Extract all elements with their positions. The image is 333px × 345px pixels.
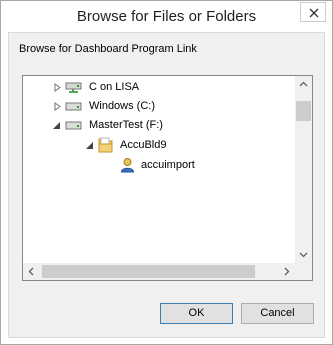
dialog-body: Browse for Dashboard Program Link C on L… (8, 32, 325, 338)
network-drive-icon (65, 82, 82, 93)
tree-item-label: C on LISA (89, 81, 140, 93)
scroll-up-button[interactable] (295, 76, 312, 93)
tree-item-c-on-lisa[interactable]: C on LISA (23, 78, 293, 97)
expand-arrow-icon[interactable] (53, 102, 62, 111)
folder-tree[interactable]: C on LISA Windows (C:) MasterTest (F:) A… (22, 75, 313, 281)
prompt-label: Browse for Dashboard Program Link (19, 43, 197, 55)
close-icon (309, 8, 319, 18)
user-icon (120, 158, 135, 173)
collapse-arrow-icon[interactable] (52, 121, 61, 130)
scroll-right-button[interactable] (278, 263, 295, 280)
tree-item-label: Windows (C:) (89, 100, 156, 112)
browse-dialog: Browse for Files or Folders Browse for D… (0, 0, 333, 345)
tree-item-mastertest-f[interactable]: MasterTest (F:) (23, 116, 293, 135)
cancel-button[interactable]: Cancel (241, 303, 314, 324)
tree-item-label: AccuBld9 (120, 139, 167, 151)
vertical-scroll-thumb[interactable] (296, 101, 311, 121)
title-bar: Browse for Files or Folders (1, 1, 332, 33)
drive-icon (65, 121, 82, 130)
vertical-scrollbar[interactable] (295, 76, 312, 263)
drive-icon (65, 102, 82, 111)
tree-item-accubld9[interactable]: AccuBld9 (23, 136, 293, 155)
ok-button[interactable]: OK (160, 303, 233, 324)
collapse-arrow-icon[interactable] (85, 141, 94, 150)
tree-item-windows-c[interactable]: Windows (C:) (23, 97, 293, 116)
chevron-right-icon (284, 267, 290, 276)
horizontal-scrollbar[interactable] (23, 263, 295, 280)
tree-item-label: MasterTest (F:) (89, 119, 163, 131)
scrollbar-corner (295, 263, 312, 280)
horizontal-scroll-thumb[interactable] (42, 265, 255, 278)
chevron-down-icon (299, 252, 308, 258)
tree-item-label: accuimport (141, 159, 195, 171)
chevron-left-icon (28, 267, 34, 276)
folder-icon (98, 137, 113, 153)
close-button[interactable] (300, 2, 326, 22)
expand-arrow-icon[interactable] (53, 83, 62, 92)
scroll-down-button[interactable] (295, 246, 312, 263)
dialog-title: Browse for Files or Folders (76, 8, 257, 25)
scroll-left-button[interactable] (23, 263, 40, 280)
chevron-up-icon (299, 81, 308, 87)
tree-item-accuimport[interactable]: accuimport (23, 156, 293, 175)
